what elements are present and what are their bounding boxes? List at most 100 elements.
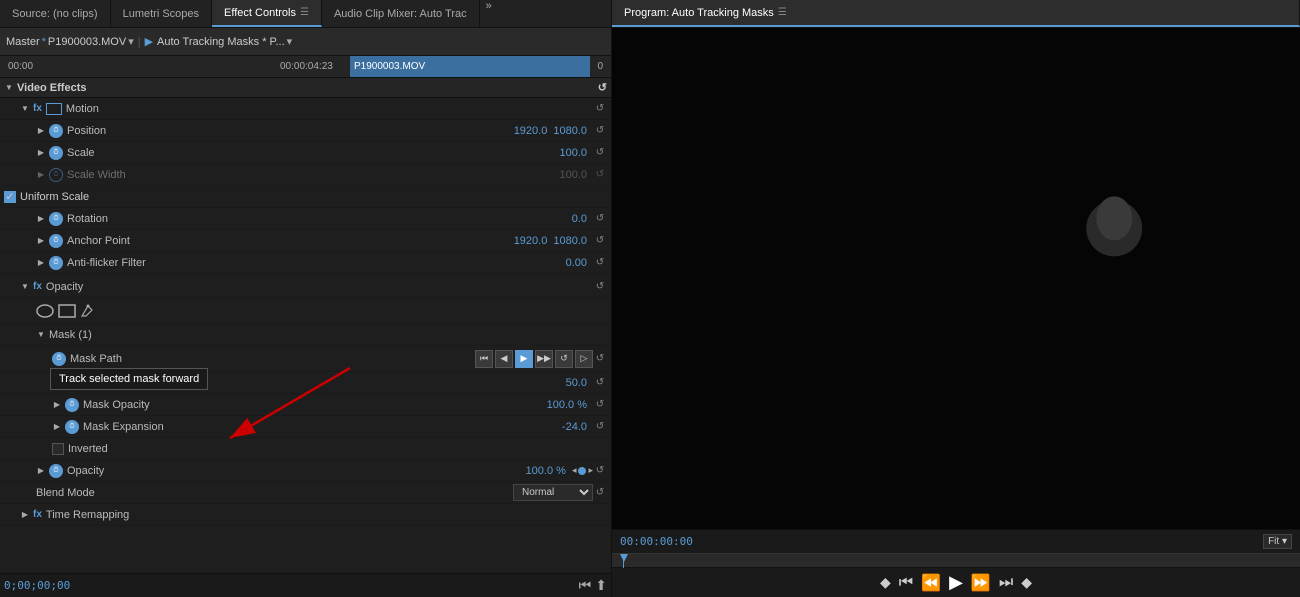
- clip-label: P1900003.MOV: [354, 61, 425, 72]
- video-effects-reset: ↺: [598, 81, 607, 94]
- inverted-checkbox[interactable]: [52, 443, 64, 455]
- tab-overflow[interactable]: »: [480, 0, 498, 27]
- play-button[interactable]: ▶: [145, 35, 153, 48]
- prog-go-end-btn[interactable]: ⏭: [999, 574, 1013, 592]
- anchor-y[interactable]: 1080.0: [553, 235, 587, 247]
- rotation-value[interactable]: 0.0: [572, 213, 587, 225]
- blend-mode-select[interactable]: Normal: [513, 484, 593, 501]
- opacity-prop-collapse[interactable]: ▶: [36, 466, 46, 476]
- anchor-stopwatch[interactable]: ⏱: [49, 234, 63, 248]
- opacity-prev-btn[interactable]: ◂: [572, 465, 577, 476]
- prog-mark-in-btn[interactable]: ◆: [880, 574, 891, 591]
- blend-mode-reset[interactable]: ↺: [593, 486, 607, 500]
- mask-expansion-collapse[interactable]: ▶: [52, 422, 62, 432]
- mask-expansion-label: Mask Expansion: [83, 421, 562, 433]
- mask-expansion-value[interactable]: -24.0: [562, 421, 587, 433]
- anchor-point-row: ▶ ⏱ Anchor Point 1920.0 1080.0 ↺: [0, 230, 611, 252]
- fit-select[interactable]: Fit ▾: [1263, 534, 1292, 549]
- tab-audio-mixer[interactable]: Audio Clip Mixer: Auto Trac: [322, 0, 480, 27]
- mask-path-stopwatch[interactable]: ⏱: [52, 352, 66, 366]
- time-remap-collapse[interactable]: ▶: [20, 510, 30, 520]
- opacity-group-header[interactable]: ▼ fx Opacity ↺: [0, 276, 611, 298]
- mask-track-forward-btn[interactable]: ▶: [515, 350, 533, 368]
- mask-opacity-value[interactable]: 100.0 %: [547, 399, 587, 411]
- anchor-collapse[interactable]: ▶: [36, 236, 46, 246]
- prog-step-forward-btn[interactable]: ⏩: [971, 573, 991, 593]
- scale-stopwatch[interactable]: ⏱: [49, 146, 63, 160]
- scale-reset[interactable]: ↺: [593, 146, 607, 160]
- mask-step-back-btn[interactable]: ◀: [495, 350, 513, 368]
- opacity-stopwatch[interactable]: ⏱: [49, 464, 63, 478]
- scale-value[interactable]: 100.0: [559, 147, 587, 159]
- left-play-btn[interactable]: ⏮: [579, 577, 592, 594]
- position-x[interactable]: 1920.0: [514, 125, 548, 137]
- mask-feather-reset[interactable]: ↺: [593, 376, 607, 390]
- anchor-x[interactable]: 1920.0: [514, 235, 548, 247]
- mask-step-forward-btn[interactable]: ▶▶: [535, 350, 553, 368]
- tab-program[interactable]: Program: Auto Tracking Masks ☰: [612, 0, 1300, 27]
- opacity-value[interactable]: 100.0 %: [526, 465, 566, 477]
- position-stopwatch[interactable]: ⏱: [49, 124, 63, 138]
- mask-opacity-collapse[interactable]: ▶: [52, 400, 62, 410]
- position-reset[interactable]: ↺: [593, 124, 607, 138]
- opacity-collapse-icon[interactable]: ▼: [20, 282, 30, 292]
- position-label: Position: [67, 125, 514, 137]
- mask-path-reset[interactable]: ↺: [593, 352, 607, 366]
- mask-go-start-btn[interactable]: ⏮: [475, 350, 493, 368]
- mask-feather-value[interactable]: 50.0: [566, 377, 587, 389]
- mask-path-row: ⏱ Mask Path ⏮ ◀ ▶ ▶▶ ↺ ▷ ↺ Track selecte…: [0, 346, 611, 372]
- motion-reset-btn[interactable]: ↺: [593, 102, 607, 116]
- anti-flicker-label: Anti-flicker Filter: [67, 257, 566, 269]
- opacity-nav: ◂ ▸: [572, 465, 593, 476]
- mask-opacity-reset[interactable]: ↺: [593, 398, 607, 412]
- source-dropdown-icon[interactable]: ▾: [128, 35, 134, 48]
- opacity-keyframe-diamond[interactable]: [578, 467, 586, 475]
- opacity-label: Opacity: [67, 465, 526, 477]
- program-playhead[interactable]: [620, 554, 628, 562]
- anchor-reset[interactable]: ↺: [593, 234, 607, 248]
- prog-play-btn[interactable]: ▶: [949, 572, 963, 593]
- mask-opacity-stopwatch[interactable]: ⏱: [65, 398, 79, 412]
- tab-lumetri[interactable]: Lumetri Scopes: [111, 0, 212, 27]
- rotation-collapse[interactable]: ▶: [36, 214, 46, 224]
- pen-tool-icon[interactable]: [80, 304, 94, 318]
- prog-go-start-btn[interactable]: ⏮: [899, 574, 913, 592]
- mask-loop-btn[interactable]: ↺: [555, 350, 573, 368]
- mask-next-btn[interactable]: ▷: [575, 350, 593, 368]
- video-content: [612, 28, 1300, 529]
- scale-collapse[interactable]: ▶: [36, 148, 46, 158]
- uniform-scale-label: Uniform Scale: [20, 191, 89, 203]
- anti-flicker-reset[interactable]: ↺: [593, 256, 607, 270]
- position-collapse[interactable]: ▶: [36, 126, 46, 136]
- uniform-scale-check[interactable]: ✓: [4, 191, 16, 203]
- rotation-reset[interactable]: ↺: [593, 212, 607, 226]
- motion-group-header[interactable]: ▼ fx Motion ↺: [0, 98, 611, 120]
- mask-expansion-reset[interactable]: ↺: [593, 420, 607, 434]
- video-effects-collapse[interactable]: ▼: [4, 83, 14, 93]
- tab-effect-controls[interactable]: Effect Controls ☰: [212, 0, 322, 27]
- ellipse-tool-icon[interactable]: [36, 304, 54, 318]
- left-export-btn[interactable]: ⬆: [595, 577, 607, 594]
- tracking-dropdown-icon[interactable]: ▾: [287, 35, 293, 48]
- rect-tool-icon[interactable]: [58, 304, 76, 318]
- fit-arrow: ▾: [1282, 536, 1287, 547]
- program-timeline[interactable]: [612, 553, 1300, 567]
- mask-expansion-stopwatch[interactable]: ⏱: [65, 420, 79, 434]
- prog-step-back-btn[interactable]: ⏪: [921, 573, 941, 593]
- opacity-group-reset[interactable]: ↺: [593, 280, 607, 294]
- scale-width-row: ▶ ⏱ Scale Width 100.0 ↺: [0, 164, 611, 186]
- anti-flicker-value[interactable]: 0.00: [566, 257, 587, 269]
- position-y[interactable]: 1080.0: [553, 125, 587, 137]
- time-remapping-row[interactable]: ▶ fx Time Remapping: [0, 504, 611, 526]
- mask1-header[interactable]: ▼ Mask (1): [0, 324, 611, 346]
- motion-collapse-icon[interactable]: ▼: [20, 104, 30, 114]
- opacity-reset[interactable]: ↺: [593, 464, 607, 478]
- anti-flicker-stopwatch[interactable]: ⏱: [49, 256, 63, 270]
- rotation-row: ▶ ⏱ Rotation 0.0 ↺: [0, 208, 611, 230]
- rotation-stopwatch[interactable]: ⏱: [49, 212, 63, 226]
- tab-source[interactable]: Source: (no clips): [0, 0, 111, 27]
- mask1-collapse[interactable]: ▼: [36, 330, 46, 340]
- mask-path-label: Mask Path: [70, 353, 475, 365]
- prog-mark-out-btn[interactable]: ◆: [1021, 574, 1032, 591]
- anti-flicker-collapse[interactable]: ▶: [36, 258, 46, 268]
